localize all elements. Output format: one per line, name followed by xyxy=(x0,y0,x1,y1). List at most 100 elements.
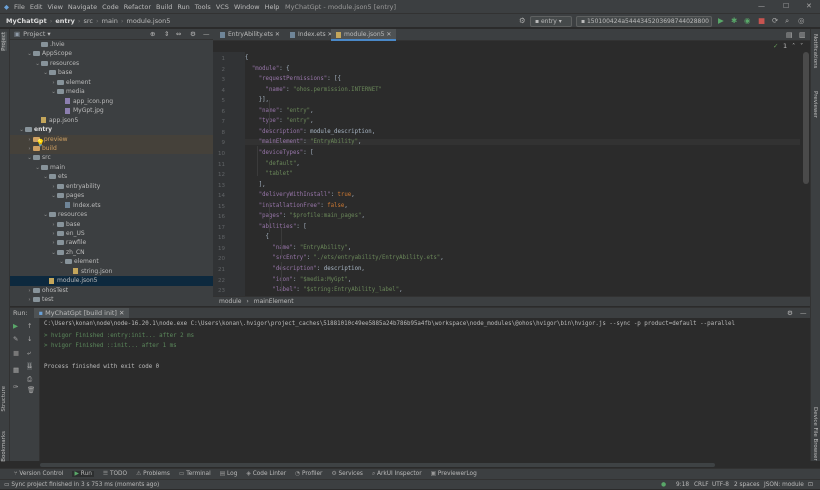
tree-item[interactable]: › ohosTest xyxy=(10,286,213,296)
chevron-right-icon[interactable]: › xyxy=(26,296,33,306)
inspection-ok-icon[interactable]: ✓ xyxy=(773,42,778,50)
tree-item[interactable]: › element xyxy=(10,78,213,88)
split-view-icon[interactable]: ▥ xyxy=(799,31,806,39)
tree-item[interactable]: ⌄ resources xyxy=(10,59,213,69)
device-file-browser-tool-button[interactable]: Device File Browser xyxy=(812,407,818,461)
menu-item-code[interactable]: Code xyxy=(102,3,119,11)
breadcrumb-main[interactable]: main xyxy=(102,17,118,25)
maximize-icon[interactable]: ☐ xyxy=(783,2,789,10)
tree-item[interactable]: ⌄ base xyxy=(10,68,213,78)
tree-item[interactable]: ⌄ zh_CN xyxy=(10,248,213,258)
device-select[interactable]: ▪ 150100424a5444345203698744028800 ▾ xyxy=(576,16,712,27)
clear-icon[interactable]: 🗑 xyxy=(27,386,35,394)
run-icon[interactable]: ▶ xyxy=(718,16,724,25)
tree-item[interactable]: › test xyxy=(10,295,213,305)
run-hide-icon[interactable]: — xyxy=(800,309,807,317)
lightbulb-icon[interactable]: 💡 xyxy=(36,139,45,147)
hide-panel-icon[interactable]: — xyxy=(203,30,210,38)
tree-item[interactable]: ⌄ src xyxy=(10,153,213,163)
tab-list-icon[interactable]: ▤ xyxy=(786,31,793,39)
run-console[interactable]: C:\Users\konan\node\node-16.20.1\node.ex… xyxy=(40,318,810,461)
breadcrumb-module[interactable]: entry xyxy=(55,17,75,25)
console-horizontal-scrollbar[interactable] xyxy=(40,463,715,467)
editor-scrollbar[interactable] xyxy=(803,52,809,184)
tree-item[interactable]: ⌄ ets xyxy=(10,172,213,182)
tree-item[interactable]: Index.ets xyxy=(10,201,213,211)
menu-item-edit[interactable]: Edit xyxy=(30,3,43,11)
expand-all-icon[interactable]: ⇕ xyxy=(164,30,169,38)
search-icon[interactable]: ⌕ xyxy=(785,16,789,26)
tree-item[interactable]: app_icon.png xyxy=(10,97,213,107)
run-tab[interactable]: ▪ MyChatGpt [build init] ✕ xyxy=(33,307,130,319)
status-layout-icon[interactable]: ▭ xyxy=(4,482,9,488)
menu-item-window[interactable]: Window xyxy=(234,3,260,11)
menu-item-view[interactable]: View xyxy=(47,3,62,11)
collapse-all-icon[interactable]: ⇔ xyxy=(176,30,181,38)
code-editor[interactable]: { "module": { "requestPermissions": [{ "… xyxy=(245,52,800,296)
project-panel-title[interactable]: Project xyxy=(23,30,45,38)
debug-icon[interactable]: ✱ xyxy=(731,16,737,25)
tool-window-services[interactable]: ⚙ Services xyxy=(331,471,363,477)
breadcrumb-json-mainelement[interactable]: mainElement xyxy=(254,298,294,305)
breadcrumb-project[interactable]: MyChatGpt xyxy=(6,17,47,25)
tree-item[interactable]: .hvie xyxy=(10,40,213,50)
tree-item[interactable]: › entryability xyxy=(10,182,213,192)
inspection-up-icon[interactable]: ˄ xyxy=(792,42,795,50)
menu-item-vcs[interactable]: VCS xyxy=(216,3,229,11)
tab-entryability[interactable]: EntryAbility.ets ✕ xyxy=(215,29,285,41)
scroll-up-icon[interactable]: ↑ xyxy=(27,322,32,330)
bookmarks-tool-button[interactable]: Bookmarks xyxy=(1,431,7,462)
tree-item[interactable]: › base xyxy=(10,220,213,230)
minimize-icon[interactable]: — xyxy=(758,2,765,10)
tool-window-code-linter[interactable]: ◈ Code Linter xyxy=(246,471,286,477)
sync-icon[interactable]: ⟳ xyxy=(772,16,778,25)
tool-window-run[interactable]: ▶ Run xyxy=(72,471,94,477)
close-icon[interactable]: ✕ xyxy=(806,2,812,10)
tree-item[interactable]: ⌄ entry xyxy=(10,125,213,135)
notifications-tool-button[interactable]: Notifications xyxy=(812,34,818,68)
tree-item[interactable]: ⌄ AppScope xyxy=(10,49,213,59)
tree-item[interactable]: ⌄ element xyxy=(10,257,213,267)
project-tool-button[interactable]: Project xyxy=(1,32,7,51)
inspection-down-icon[interactable]: ˅ xyxy=(800,42,803,50)
stop-icon[interactable]: ■ xyxy=(758,16,765,25)
rerun-icon[interactable]: ▶ xyxy=(13,322,18,330)
breadcrumb-src[interactable]: src xyxy=(84,17,94,25)
breadcrumb-json-module[interactable]: module xyxy=(219,298,242,305)
tool-window-log[interactable]: ▤ Log xyxy=(220,471,238,477)
tool-window-version-control[interactable]: ⑂ Version Control xyxy=(14,471,63,477)
tree-item[interactable]: string.json xyxy=(10,267,213,277)
menu-item-run[interactable]: Run xyxy=(177,3,189,11)
tree-item[interactable]: MyGpt.jpg xyxy=(10,106,213,116)
previewer-tool-button[interactable]: Previewer xyxy=(812,91,818,118)
structure-tool-button[interactable]: Structure xyxy=(1,386,7,412)
tree-item[interactable]: ⌄ resources xyxy=(10,210,213,220)
scroll-to-end-icon[interactable]: ⇊ xyxy=(27,362,33,370)
menu-item-file[interactable]: File xyxy=(14,3,25,11)
panel-settings-icon[interactable]: ⚙ xyxy=(190,30,196,38)
restore-layout-icon[interactable]: ▦ xyxy=(13,366,19,374)
locate-icon[interactable]: ⊕ xyxy=(150,30,155,38)
pin-icon[interactable]: ✑ xyxy=(13,383,18,391)
tree-item[interactable]: ⌄ media xyxy=(10,87,213,97)
scroll-down-icon[interactable]: ↓ xyxy=(27,335,32,343)
settings-gear-icon[interactable]: ⚙ xyxy=(519,16,526,25)
soft-wrap-icon[interactable]: ⤶ xyxy=(27,349,31,358)
tree-item[interactable]: ⌄ main xyxy=(10,163,213,173)
menu-item-refactor[interactable]: Refactor xyxy=(124,3,151,11)
tree-item[interactable]: ⌄ pages xyxy=(10,191,213,201)
tool-window-arkui-inspector[interactable]: ⌕ ArkUI Inspector xyxy=(372,471,422,478)
print-icon[interactable]: ⎙ xyxy=(27,375,32,384)
tool-window-previewerlog[interactable]: ▣ PreviewerLog xyxy=(431,471,477,477)
tab-module-json5[interactable]: module.json5 ✕ xyxy=(331,29,397,41)
run-config-select[interactable]: ▪ entry ▾ xyxy=(530,16,572,27)
wrench-icon[interactable]: ✎ xyxy=(13,335,18,343)
menu-item-build[interactable]: Build xyxy=(156,3,172,11)
tree-item[interactable]: module.json5 xyxy=(10,276,213,286)
tree-item[interactable]: app.json5 xyxy=(10,116,213,126)
breadcrumb-file[interactable]: module.json5 xyxy=(126,17,170,25)
tool-window-profiler[interactable]: ◔ Profiler xyxy=(295,471,322,477)
tree-item[interactable]: › en_US xyxy=(10,229,213,239)
menu-item-navigate[interactable]: Navigate xyxy=(68,3,97,11)
tool-window-problems[interactable]: ⚠ Problems xyxy=(136,471,170,477)
